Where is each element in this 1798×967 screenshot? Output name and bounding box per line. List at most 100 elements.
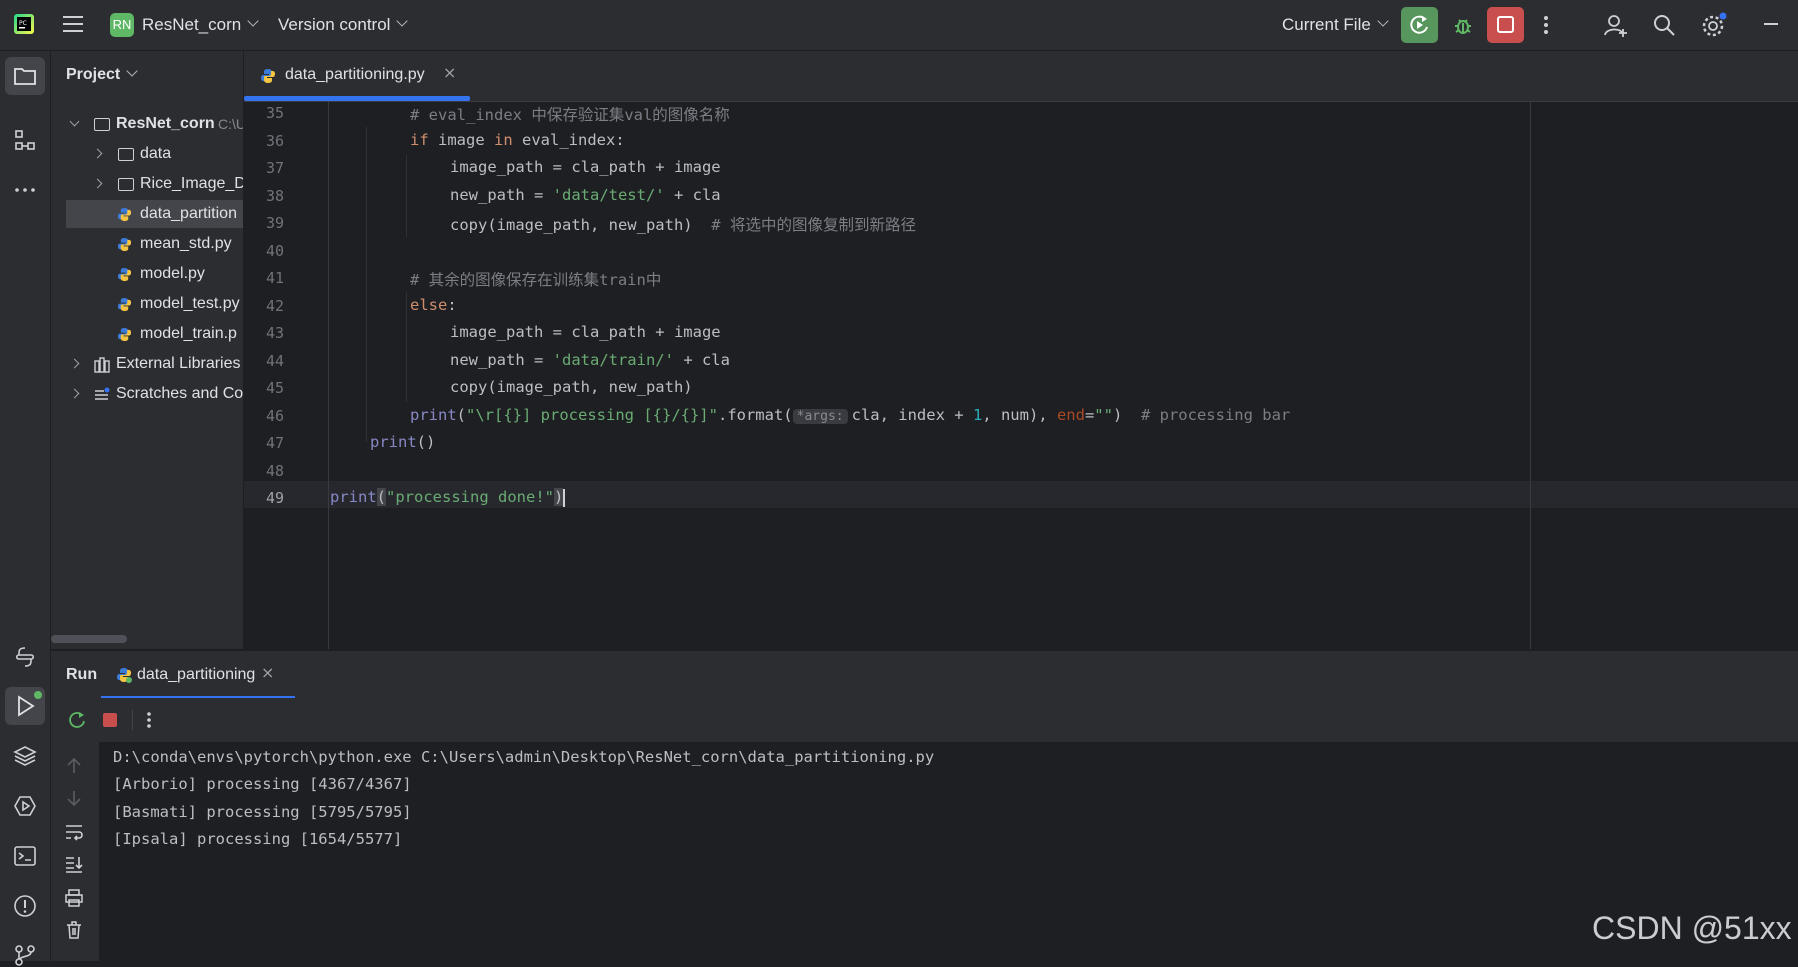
stop-button[interactable]	[1487, 7, 1524, 43]
toolbar-divider	[132, 710, 133, 730]
close-icon[interactable]: ×	[261, 663, 274, 682]
code-comment: # 其余的图像保存在训练集train中	[410, 271, 662, 289]
python-file-icon	[261, 69, 275, 83]
code-comment: # eval_index 中保存验证集val的图像名称	[410, 106, 730, 124]
run-tool-button[interactable]	[5, 687, 45, 725]
close-icon[interactable]: ×	[443, 63, 456, 82]
tree-item-mean-std[interactable]: mean_std.py	[51, 230, 243, 258]
project-tool-button[interactable]	[5, 57, 45, 95]
tree-root-path: C:\U	[218, 116, 243, 132]
code-line-42: else:	[410, 296, 457, 314]
code-line-49: print("processing done!")	[330, 488, 566, 507]
minimize-button[interactable]	[1764, 23, 1778, 25]
tree-item-data-partitioning[interactable]: data_partition	[66, 200, 243, 228]
git-icon[interactable]	[13, 943, 37, 967]
run-config-selector[interactable]: Current File	[1282, 12, 1389, 38]
code-text: cla, index +	[851, 406, 973, 424]
svg-text:PC: PC	[19, 20, 27, 27]
terminal-icon[interactable]	[13, 844, 37, 868]
chevron-right-icon	[69, 388, 80, 399]
run-tab-data-partitioning[interactable]: data_partitioning ×	[101, 651, 295, 699]
folder-icon	[14, 68, 36, 85]
line-number: 43	[265, 324, 284, 342]
line-number: 45	[265, 379, 284, 397]
editor-tab-bar: data_partitioning.py ×	[244, 51, 1798, 127]
code-keyword: else	[410, 296, 448, 314]
code-text: .format(	[717, 406, 793, 424]
watermark-text: CSDN @51xx	[1592, 910, 1792, 946]
tree-item-model-train[interactable]: model_train.p	[51, 320, 243, 348]
code-kwarg: end	[1056, 406, 1085, 424]
project-view-selector[interactable]: Project	[66, 65, 138, 84]
right-margin-guide	[1530, 102, 1531, 649]
arrow-up-icon[interactable]	[64, 756, 84, 776]
search-icon[interactable]	[1652, 13, 1676, 37]
code-text: )	[1112, 406, 1141, 424]
code-editor[interactable]: 35 36 37 38 39 40 41 42 43 44 45 46 47 4…	[244, 102, 1798, 649]
chevron-down-icon	[1377, 15, 1389, 27]
code-builtin: print	[370, 433, 417, 451]
console-line: [Ipsala] processing [1654/5577]	[113, 830, 403, 848]
line-number: 47	[265, 434, 284, 452]
python-console-icon[interactable]	[13, 645, 37, 669]
arrow-down-icon[interactable]	[64, 788, 84, 808]
code-line-46: print("\r[{}] processing [{}/{}]".format…	[410, 406, 1290, 424]
python-file-icon	[117, 237, 132, 252]
stop-icon[interactable]	[101, 711, 119, 729]
more-actions-icon[interactable]	[143, 710, 155, 730]
layers-icon[interactable]	[13, 744, 37, 768]
rerun-button[interactable]	[1401, 7, 1438, 43]
more-tools-icon[interactable]	[13, 178, 37, 202]
tree-item-scratches[interactable]: Scratches and Co	[51, 380, 243, 408]
text-caret	[563, 488, 566, 507]
code-line-35: # eval_index 中保存验证集val的图像名称	[410, 103, 730, 125]
tree-item-rice-image[interactable]: Rice_Image_D	[51, 170, 243, 198]
horizontal-scrollbar[interactable]	[51, 635, 127, 643]
version-control-menu[interactable]: Version control	[278, 12, 409, 38]
editor-tab-data-partitioning[interactable]: data_partitioning.py ×	[244, 51, 470, 101]
scroll-to-end-icon[interactable]	[64, 854, 84, 874]
chevron-right-icon	[92, 178, 103, 189]
code-comment: # processing bar	[1140, 406, 1291, 424]
run-console-output[interactable]: D:\conda\envs\pytorch\python.exe C:\User…	[99, 742, 1798, 961]
tree-root-resnet-corn[interactable]: ResNet_corn C:\U	[51, 110, 243, 138]
code-line-38: new_path = 'data/test/' + cla	[450, 186, 721, 204]
code-text: copy(image_path, new_path)	[450, 216, 712, 234]
stop-icon	[1497, 16, 1514, 33]
code-string: "processing done!"	[386, 488, 554, 506]
structure-icon[interactable]	[13, 128, 37, 152]
bug-icon	[1455, 19, 1471, 34]
code-string: 'data/test/'	[552, 186, 665, 204]
code-string: "\r[{}] processing [{}/{}]"	[466, 406, 718, 424]
pycharm-logo-icon[interactable]: PC	[14, 14, 34, 34]
problems-icon[interactable]	[13, 894, 37, 918]
run-panel-header: Run data_partitioning ×	[51, 650, 1798, 699]
tree-item-model[interactable]: model.py	[51, 260, 243, 288]
code-line-39: copy(image_path, new_path) # 将选中的图像复制到新路…	[450, 213, 916, 235]
tree-item-external-libraries[interactable]: External Libraries	[51, 350, 243, 378]
line-number-gutter: 35 36 37 38 39 40 41 42 43 44 45 46 47 4…	[244, 102, 329, 649]
code-with-me-icon[interactable]	[1603, 12, 1629, 38]
more-actions-icon[interactable]	[1540, 13, 1552, 37]
tree-item-model-test[interactable]: model_test.py	[51, 290, 243, 318]
rerun-icon[interactable]	[67, 710, 87, 730]
project-selector[interactable]: RN ResNet_corn	[110, 12, 259, 38]
services-icon[interactable]	[13, 794, 37, 818]
settings-gear-icon[interactable]	[1701, 12, 1727, 38]
console-line: [Basmati] processing [5795/5795]	[113, 803, 412, 821]
trash-icon[interactable]	[64, 920, 84, 940]
tree-item-data[interactable]: data	[51, 140, 243, 168]
code-comment: # 将选中的图像复制到新路径	[711, 216, 916, 234]
chevron-down-icon	[247, 15, 259, 27]
soft-wrap-icon[interactable]	[64, 822, 84, 842]
tree-item-label: model_train.p	[140, 325, 237, 342]
python-file-icon	[117, 327, 132, 342]
code-text: image	[428, 131, 494, 149]
code-text: =	[1084, 406, 1095, 424]
main-menu-icon[interactable]	[63, 15, 83, 33]
print-icon[interactable]	[64, 888, 84, 908]
folder-icon	[118, 178, 134, 191]
run-config-label: Current File	[1282, 15, 1371, 34]
debug-button[interactable]	[1450, 12, 1476, 38]
project-name: ResNet_corn	[142, 15, 242, 34]
